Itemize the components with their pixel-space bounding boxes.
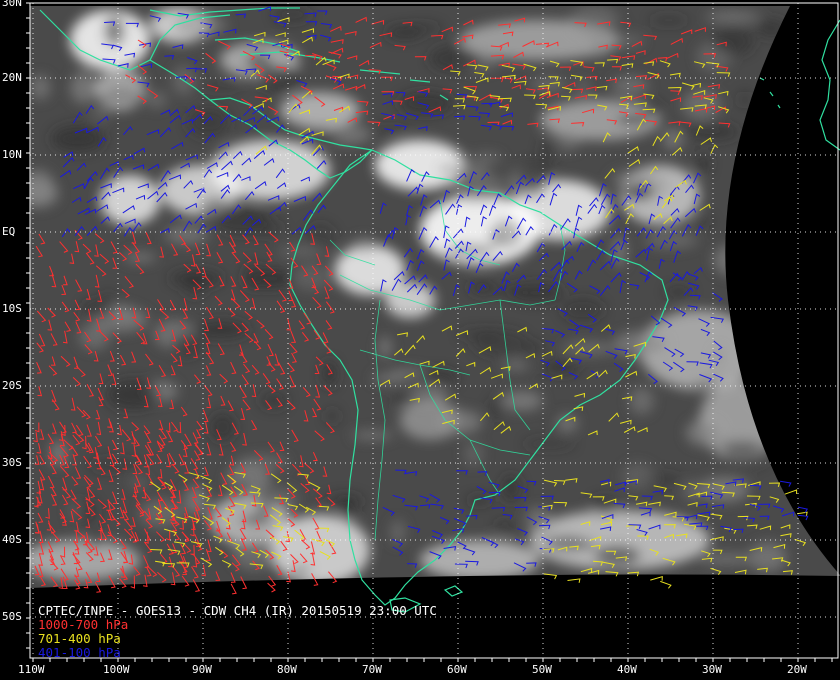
cloud-texture (711, 27, 754, 56)
cloud-texture (436, 163, 491, 176)
cloud-texture (523, 439, 575, 448)
legend-low-level: 1000-700 hPa (38, 617, 129, 632)
cloud-texture (685, 123, 740, 141)
cloud-texture (544, 536, 596, 553)
product-caption: CPTEC/INPE - GOES13 - CDW CH4 (IR) 20150… (38, 604, 437, 660)
satellite-wind-map (0, 0, 840, 680)
lon-label-50w: 50W (532, 663, 552, 676)
cloud-texture (351, 238, 376, 253)
cloud-texture (568, 6, 621, 38)
cloud-texture (593, 543, 642, 568)
legend-mid-level: 701-400 hPa (38, 631, 121, 646)
cloud-texture (629, 387, 654, 415)
lat-label-20s: 20S (2, 379, 22, 392)
cloud-texture (183, 271, 206, 298)
cloud-texture (466, 496, 493, 505)
cloud-texture (562, 341, 616, 356)
lon-label-40w: 40W (617, 663, 637, 676)
lat-label-40s: 40S (2, 533, 22, 546)
cloud-texture (440, 410, 482, 434)
cloud-texture (289, 563, 312, 578)
legend-high-level: 401-100 hPa (38, 645, 121, 660)
cloud-texture (325, 409, 339, 423)
cloud-texture (500, 390, 543, 411)
cloud-texture (718, 438, 766, 455)
cloud-texture (187, 107, 229, 138)
cloud-texture (51, 125, 105, 153)
cloud-texture (705, 11, 760, 23)
cloud-texture (260, 392, 288, 409)
cloud-texture (682, 89, 721, 120)
cloud-texture (420, 369, 458, 387)
cloud-texture (714, 452, 767, 469)
cloud-texture (748, 542, 787, 572)
cloud-texture (210, 413, 236, 442)
cloud-patch (30, 540, 140, 580)
cloud-texture (277, 246, 327, 257)
lon-label-90w: 90W (192, 663, 212, 676)
cloud-texture (164, 224, 209, 245)
cloud-texture (488, 232, 502, 244)
lat-label-30s: 30S (2, 456, 22, 469)
lon-label-30w: 30W (702, 663, 722, 676)
cloud-texture (200, 81, 243, 90)
cloud-texture (525, 506, 552, 534)
cloud-texture (690, 216, 714, 227)
cloud-texture (587, 35, 612, 58)
cloud-texture (489, 398, 503, 420)
cloud-texture (429, 45, 482, 72)
cloud-texture (611, 76, 649, 95)
cloud-texture (644, 231, 698, 249)
cloud-texture (621, 462, 654, 489)
cloud-texture (103, 14, 125, 47)
lon-label-100w: 100W (103, 663, 130, 676)
cloud-texture (408, 384, 449, 404)
cloud-texture (495, 521, 516, 531)
cloud-patch (420, 540, 540, 580)
cloud-texture (609, 169, 654, 187)
cloud-texture (243, 262, 261, 291)
cloud-texture (610, 33, 645, 49)
lat-label-10s: 10S (2, 302, 22, 315)
lon-label-110w: 110W (18, 663, 45, 676)
cloud-texture (76, 497, 99, 527)
cloud-texture (503, 360, 529, 371)
cloud-texture (70, 72, 97, 104)
cloud-texture (561, 297, 605, 322)
cloud-texture (199, 196, 233, 217)
cloud-texture (378, 336, 392, 359)
lat-label-20n: 20N (2, 71, 22, 84)
cloud-texture (685, 419, 722, 447)
lon-label-80w: 80W (277, 663, 297, 676)
lon-label-20w: 20W (787, 663, 807, 676)
cloud-patch (100, 175, 160, 225)
cloud-texture (88, 457, 141, 473)
cloud-texture (539, 138, 555, 165)
lat-label-50s: 50S (2, 610, 22, 623)
cloud-texture (699, 476, 750, 503)
cloud-texture (146, 91, 167, 109)
cloud-texture (193, 321, 249, 339)
cloud-texture (649, 16, 688, 25)
cloud-texture (103, 304, 134, 321)
cloud-texture (463, 441, 484, 467)
product-title: CPTEC/INPE - GOES13 - CDW CH4 (IR) 20150… (38, 603, 437, 618)
cloud-texture (542, 359, 580, 376)
cloud-texture (91, 106, 109, 121)
lon-label-70w: 70W (362, 663, 382, 676)
lat-label-eq: EQ (2, 225, 16, 238)
cloud-texture (696, 155, 710, 173)
lat-label-30n: 30N (2, 0, 22, 9)
lat-label-10n: 10N (2, 148, 22, 161)
cloud-texture (614, 112, 653, 127)
lon-label-60w: 60W (447, 663, 467, 676)
cloud-texture (575, 79, 590, 96)
cloud-texture (556, 127, 581, 151)
cloud-texture (390, 519, 405, 545)
